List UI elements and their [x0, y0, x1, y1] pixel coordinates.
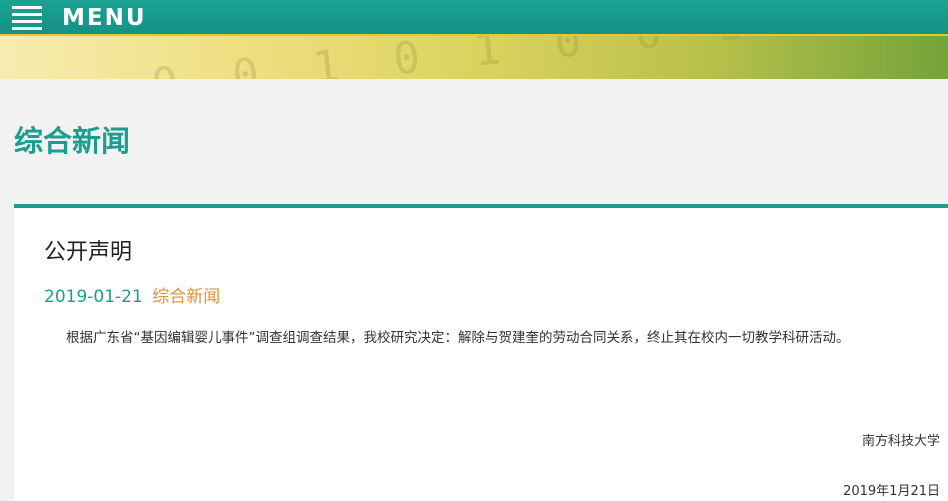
hamburger-icon[interactable]	[12, 6, 42, 30]
section-title: 综合新闻	[14, 124, 131, 158]
article-meta: 2019-01-21 综合新闻	[44, 282, 220, 307]
article-date: 2019-01-21	[44, 287, 143, 307]
menu-label[interactable]: MENU	[62, 5, 147, 31]
banner-binary-decoration: 0 0 1 0 1 0 0 1 1	[149, 36, 839, 79]
top-nav-bar: MENU	[0, 0, 948, 36]
article-body: 根据广东省“基因编辑婴儿事件”调查组调查结果，我校研究决定：解除与贺建奎的劳动合…	[66, 330, 850, 346]
menu-button[interactable]: MENU	[12, 4, 147, 32]
article-category-link[interactable]: 综合新闻	[152, 287, 220, 307]
article-card: 公开声明 2019-01-21 综合新闻 根据广东省“基因编辑婴儿事件”调查组调…	[14, 204, 948, 501]
article-signature: 南方科技大学	[861, 434, 940, 449]
article-signed-date: 2019年1月21日	[843, 484, 940, 499]
article-title: 公开声明	[44, 240, 133, 265]
header-banner: 0 0 1 0 1 0 0 1 1	[0, 36, 948, 79]
